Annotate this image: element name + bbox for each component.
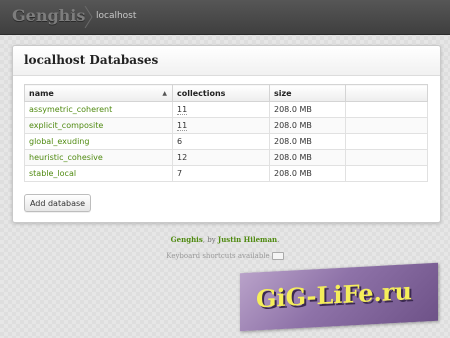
column-header-actions xyxy=(345,84,428,102)
add-database-button[interactable]: Add database xyxy=(24,194,91,212)
genghis-link[interactable]: Genghis xyxy=(171,235,203,244)
database-name-cell: stable_local xyxy=(24,165,173,182)
genghis-logo[interactable]: Genghis xyxy=(12,6,85,25)
database-link[interactable]: global_exuding xyxy=(29,137,89,146)
column-header-collections[interactable]: collections xyxy=(172,84,270,102)
top-navbar: Genghis localhost xyxy=(0,0,450,35)
table-header-row: name ▲ collections size xyxy=(24,84,428,102)
panel-header: localhost Databases xyxy=(13,46,440,76)
actions-cell xyxy=(345,165,428,182)
column-header-label: name xyxy=(29,88,54,98)
collections-count: 11 xyxy=(177,105,188,115)
watermark-text: GiG-LiFe.ru xyxy=(256,276,412,314)
actions-cell xyxy=(345,133,428,150)
collections-cell: 11 xyxy=(172,101,270,118)
collections-cell: 6 xyxy=(172,133,270,150)
collections-count: 11 xyxy=(177,121,188,131)
actions-cell xyxy=(345,149,428,166)
database-name-cell: explicit_composite xyxy=(24,117,173,134)
database-name-cell: global_exuding xyxy=(24,133,173,150)
footer-credits: Genghis, by Justin Hileman. xyxy=(0,235,450,244)
breadcrumb-separator-icon xyxy=(84,6,94,28)
actions-cell xyxy=(345,117,428,134)
database-name-cell: heuristic_cohesive xyxy=(24,149,173,166)
table-row: explicit_composite 11 208.0 MB xyxy=(24,117,428,134)
size-cell: 208.0 MB xyxy=(269,117,346,134)
size-cell: 208.0 MB xyxy=(269,101,346,118)
size-cell: 208.0 MB xyxy=(269,133,346,150)
column-header-name[interactable]: name ▲ xyxy=(24,84,173,102)
database-name-cell: assymetric_coherent xyxy=(24,101,173,118)
size-cell: 208.0 MB xyxy=(269,165,346,182)
collections-cell: 11 xyxy=(172,117,270,134)
table-row: stable_local 7 208.0 MB xyxy=(24,165,428,182)
size-cell: 208.0 MB xyxy=(269,149,346,166)
table-row: assymetric_coherent 11 208.0 MB xyxy=(24,101,428,118)
keyboard-icon xyxy=(271,252,284,260)
actions-cell xyxy=(345,101,428,118)
collections-cell: 12 xyxy=(172,149,270,166)
collections-cell: 7 xyxy=(172,165,270,182)
collections-count: 7 xyxy=(177,169,183,178)
shortcuts-label: Keyboard shortcuts available xyxy=(166,252,270,260)
author-link[interactable]: Justin Hileman xyxy=(218,235,277,244)
table-row: global_exuding 6 208.0 MB xyxy=(24,133,428,150)
footer-period: . xyxy=(277,236,280,244)
database-link[interactable]: heuristic_cohesive xyxy=(29,153,103,162)
table-row: heuristic_cohesive 12 208.0 MB xyxy=(24,149,428,166)
collections-count: 6 xyxy=(177,137,183,146)
databases-table: name ▲ collections size assymetric_coher… xyxy=(24,84,428,182)
breadcrumb-server[interactable]: localhost xyxy=(96,11,136,21)
database-link[interactable]: stable_local xyxy=(29,169,76,178)
sort-ascending-icon: ▲ xyxy=(162,90,167,97)
page-title: localhost Databases xyxy=(24,53,159,67)
column-header-size[interactable]: size xyxy=(269,84,346,102)
footer-by-text: , by xyxy=(202,236,218,244)
keyboard-shortcuts-hint[interactable]: Keyboard shortcuts available xyxy=(0,252,450,260)
collections-count: 12 xyxy=(177,153,188,162)
watermark-banner: GiG-LiFe.ru xyxy=(240,262,438,332)
databases-panel: localhost Databases name ▲ collections s… xyxy=(12,45,441,223)
database-link[interactable]: explicit_composite xyxy=(29,121,103,130)
database-link[interactable]: assymetric_coherent xyxy=(29,105,112,114)
